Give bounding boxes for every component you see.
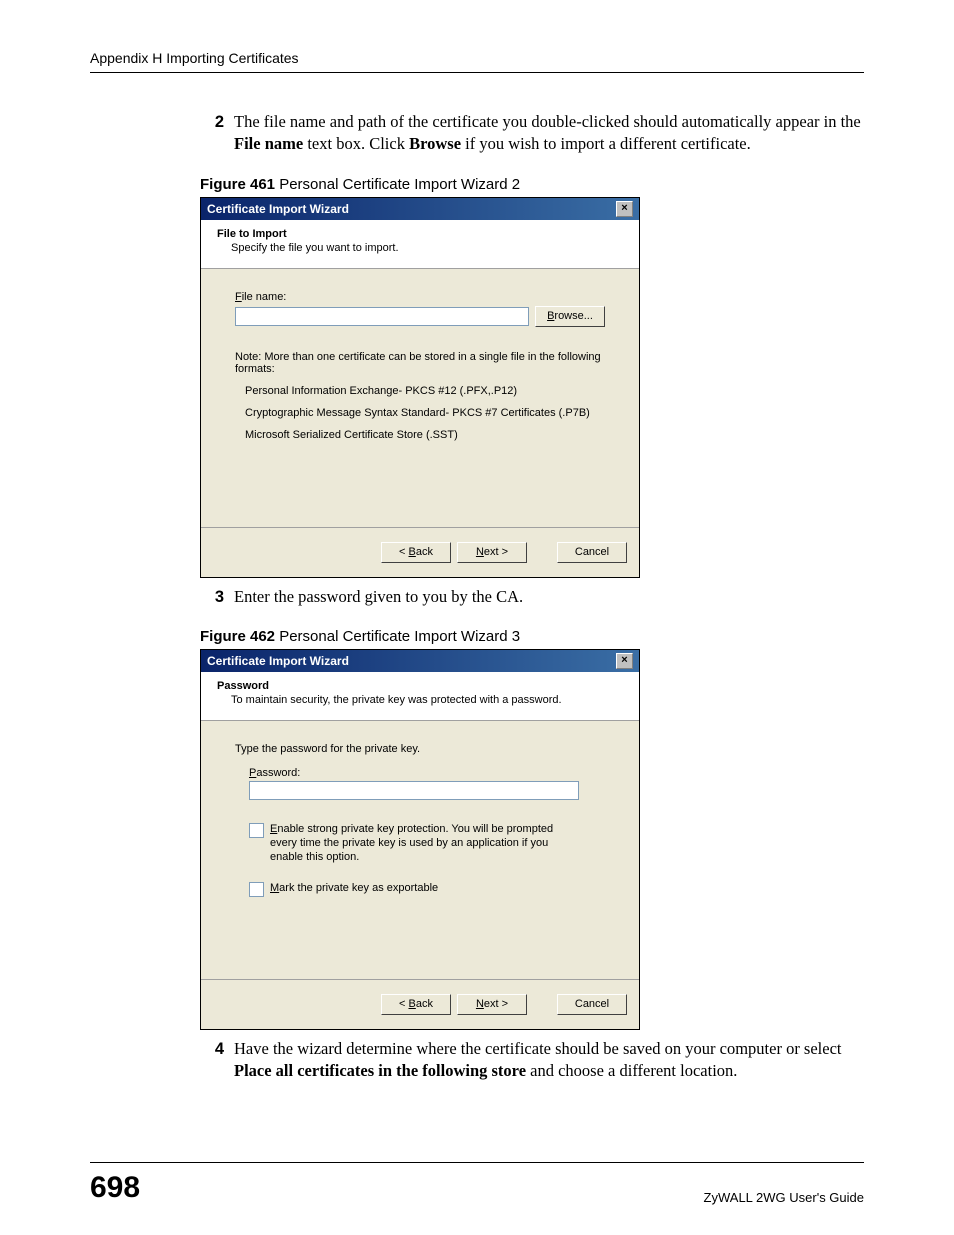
password-label: Password: — [249, 767, 605, 779]
next-button[interactable]: Next > — [457, 994, 527, 1015]
step-3: 3 Enter the password given to you by the… — [200, 586, 864, 608]
wizard-footer: < Back Next > Cancel — [201, 527, 639, 577]
wizard-header: File to Import Specify the file you want… — [201, 220, 639, 269]
page-number: 698 — [90, 1171, 140, 1205]
enable-strong-protection-label: Enable strong private key protection. Yo… — [270, 822, 570, 865]
wizard-footer: < Back Next > Cancel — [201, 979, 639, 1029]
password-input[interactable] — [249, 781, 579, 800]
cancel-button[interactable]: Cancel — [557, 994, 627, 1015]
mark-exportable-label: Mark the private key as exportable — [270, 881, 438, 895]
wizard-subheading: Specify the file you want to import. — [231, 242, 623, 254]
page-footer: 698 ZyWALL 2WG User's Guide — [90, 1162, 864, 1205]
enable-strong-protection-checkbox[interactable] — [249, 823, 264, 838]
guide-title: ZyWALL 2WG User's Guide — [704, 1190, 864, 1205]
format-3: Microsoft Serialized Certificate Store (… — [245, 429, 605, 441]
figure-462-caption: Figure 462 Personal Certificate Import W… — [200, 628, 864, 645]
mark-exportable-row: Mark the private key as exportable — [249, 881, 605, 897]
wizard-title-text: Certificate Import Wizard — [207, 202, 349, 216]
wizard-body: File name: Browse... Note: More than one… — [201, 269, 639, 527]
next-button[interactable]: Next > — [457, 542, 527, 563]
back-button[interactable]: < Back — [381, 994, 451, 1015]
step-2: 2 The file name and path of the certific… — [200, 111, 864, 156]
format-1: Personal Information Exchange- PKCS #12 … — [245, 385, 605, 397]
type-password-label: Type the password for the private key. — [235, 743, 605, 755]
step-text: Enter the password given to you by the C… — [234, 586, 864, 608]
wizard-subheading: To maintain security, the private key wa… — [231, 694, 623, 706]
note-line: Note: More than one certificate can be s… — [235, 351, 605, 375]
step-number: 3 — [200, 586, 224, 608]
wizard-password: Certificate Import Wizard × Password To … — [200, 649, 640, 1030]
step-number: 4 — [200, 1038, 224, 1060]
close-icon[interactable]: × — [616, 653, 633, 669]
note-block: Note: More than one certificate can be s… — [235, 351, 605, 441]
step-text: The file name and path of the certificat… — [234, 111, 864, 156]
wizard-titlebar: Certificate Import Wizard × — [201, 198, 639, 220]
format-2: Cryptographic Message Syntax Standard- P… — [245, 407, 605, 419]
wizard-heading: File to Import — [217, 228, 623, 240]
page-header: Appendix H Importing Certificates — [90, 50, 864, 73]
cancel-button[interactable]: Cancel — [557, 542, 627, 563]
wizard-title-text: Certificate Import Wizard — [207, 654, 349, 668]
wizard-heading: Password — [217, 680, 623, 692]
file-name-label: File name: — [235, 291, 605, 303]
step-4: 4 Have the wizard determine where the ce… — [200, 1038, 864, 1083]
enable-strong-protection-row: Enable strong private key protection. Yo… — [249, 822, 605, 865]
step-text: Have the wizard determine where the cert… — [234, 1038, 864, 1083]
wizard-file-to-import: Certificate Import Wizard × File to Impo… — [200, 197, 640, 578]
close-icon[interactable]: × — [616, 201, 633, 217]
back-button[interactable]: < Back — [381, 542, 451, 563]
wizard-header: Password To maintain security, the priva… — [201, 672, 639, 721]
file-name-input[interactable] — [235, 307, 529, 326]
wizard-titlebar: Certificate Import Wizard × — [201, 650, 639, 672]
mark-exportable-checkbox[interactable] — [249, 882, 264, 897]
wizard-body: Type the password for the private key. P… — [201, 721, 639, 979]
figure-461-caption: Figure 461 Personal Certificate Import W… — [200, 176, 864, 193]
step-number: 2 — [200, 111, 224, 133]
browse-button[interactable]: Browse... — [535, 306, 605, 327]
